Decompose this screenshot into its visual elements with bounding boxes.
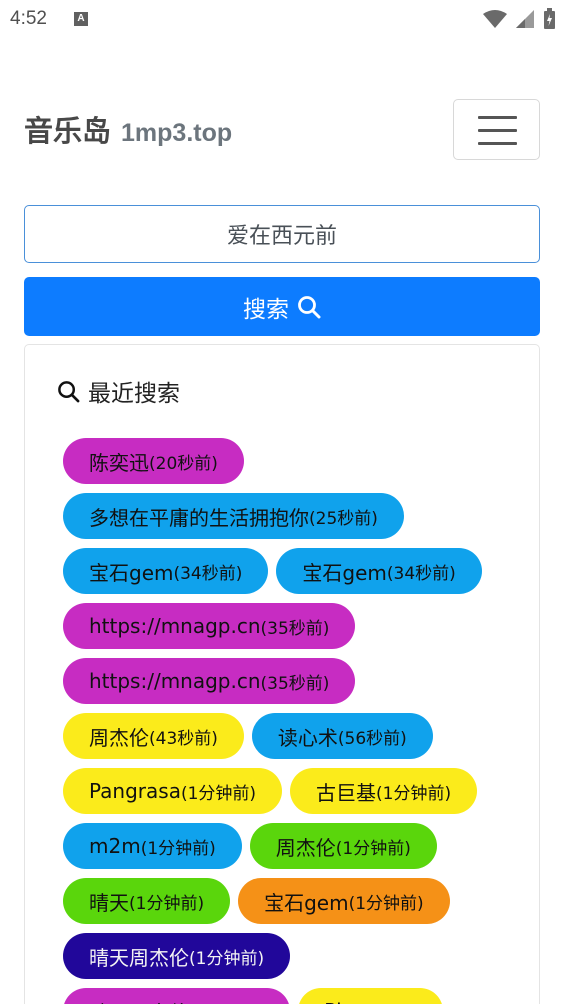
- recent-search-tag[interactable]: 周杰伦 (1分钟前): [249, 823, 437, 869]
- recent-search-tag[interactable]: 古巨基 (1分钟前): [290, 768, 478, 814]
- tag-text: 多想在平庸的生活拥抱你: [89, 505, 309, 530]
- search-icon: [298, 295, 321, 318]
- recent-search-tag[interactable]: 晴天周杰伦(1分钟前): [63, 933, 291, 979]
- battery-charging-icon: [544, 8, 555, 29]
- tag-text: 周杰伦: [275, 835, 336, 860]
- menu-toggle-button[interactable]: [453, 99, 540, 160]
- search-button-label: 搜索: [243, 296, 289, 323]
- tag-time: (1分钟前): [376, 783, 452, 804]
- tag-text: https://mnagp.cn: [89, 669, 261, 693]
- recent-search-tag[interactable]: 宝石gem (1分钟前): [238, 878, 450, 924]
- search-icon: [58, 380, 80, 402]
- tag-time: (20秒前): [149, 453, 218, 474]
- tag-time: (35秒前): [260, 673, 330, 694]
- tag-time: (1分钟前): [189, 948, 265, 969]
- status-time: 4:52: [10, 8, 47, 29]
- hamburger-icon: [478, 116, 517, 119]
- status-bar: 4:52 A: [0, 0, 564, 40]
- tag-time: (1分钟前): [342, 999, 417, 1004]
- tag-text: 晴天: [89, 890, 129, 915]
- recent-search-tag[interactable]: 读心术 (56秒前): [251, 713, 433, 759]
- recent-search-tag[interactable]: 陈奕迅 (20秒前): [63, 438, 244, 484]
- tag-text: Pl: [324, 999, 342, 1004]
- recent-searches-title: 最近搜索: [57, 374, 180, 408]
- tag-time: (43秒前): [149, 728, 218, 749]
- tag-time: (1分钟前): [335, 838, 411, 859]
- brand-domain: 1mp3.top: [121, 119, 233, 147]
- recent-search-tag[interactable]: 多想在平庸的生活拥抱你 (25秒前): [63, 493, 404, 539]
- recent-search-tag[interactable]: m2m (1分钟前): [63, 823, 242, 869]
- tag-text: 晴天周杰伦: [89, 945, 189, 970]
- tag-text: 周杰伦: [89, 725, 149, 750]
- tag-time: (1分钟前): [189, 999, 264, 1004]
- recent-search-tags: 陈奕迅 (20秒前) 多想在平庸的生活拥抱你 (25秒前) 宝石gem (34秒前) 宝石g…: [63, 438, 503, 1004]
- tag-text: 宝石gem: [264, 890, 349, 915]
- recent-search-tag[interactable]: 宝石gem (34秒前): [63, 548, 269, 594]
- recent-search-tag[interactable]: 宝石gem (34秒前): [276, 548, 482, 594]
- wifi-icon: [483, 10, 507, 28]
- brand-name: 音乐岛: [24, 114, 112, 148]
- tag-text: 古巨基: [316, 780, 377, 805]
- tag-text: m2m: [89, 834, 141, 858]
- tag-time: (1分钟前): [129, 893, 205, 914]
- tag-time: (1分钟前): [348, 893, 424, 914]
- search-button[interactable]: 搜索: [24, 277, 540, 336]
- tag-time: (35秒前): [260, 618, 330, 639]
- cellular-signal-icon: [516, 10, 534, 28]
- tag-time: (34秒前): [173, 563, 243, 584]
- recent-search-tag[interactable]: Pl(1分钟前): [298, 988, 443, 1004]
- tag-text: 宝石gem: [89, 560, 174, 585]
- recent-search-tag[interactable]: Pangrasa (1分钟前): [63, 768, 283, 814]
- recent-search-tag[interactable]: 晴天 (1分钟前): [63, 878, 231, 924]
- recent-search-tag[interactable]: 周杰伦 (43秒前): [63, 713, 244, 759]
- recent-search-tag[interactable]: https://mnagp.cn (35秒前): [63, 603, 356, 649]
- tag-time: (25秒前): [309, 508, 378, 529]
- tag-time: (1分钟前): [180, 783, 257, 804]
- brand[interactable]: 音乐岛 1mp3.top: [24, 108, 232, 150]
- tag-text: 陈奕迅: [89, 450, 149, 475]
- tag-text: 晴天周杰伦: [89, 997, 189, 1004]
- tag-time: (34秒前): [386, 563, 456, 584]
- tag-text: 宝石gem: [302, 560, 387, 585]
- recent-search-tag[interactable]: 晴天周杰伦(1分钟前): [63, 988, 291, 1004]
- search-input[interactable]: [24, 205, 540, 263]
- recent-searches-label: 最近搜索: [88, 381, 180, 407]
- status-icons: [483, 8, 556, 30]
- tag-text: Pangrasa: [89, 779, 181, 803]
- recent-search-tag[interactable]: https://mnagp.cn (35秒前): [63, 658, 356, 704]
- tag-text: https://mnagp.cn: [89, 614, 261, 638]
- notification-icon: A: [74, 12, 88, 26]
- tag-time: (56秒前): [337, 728, 407, 749]
- tag-time: (1分钟前): [140, 838, 216, 859]
- tag-text: 读心术: [277, 725, 338, 750]
